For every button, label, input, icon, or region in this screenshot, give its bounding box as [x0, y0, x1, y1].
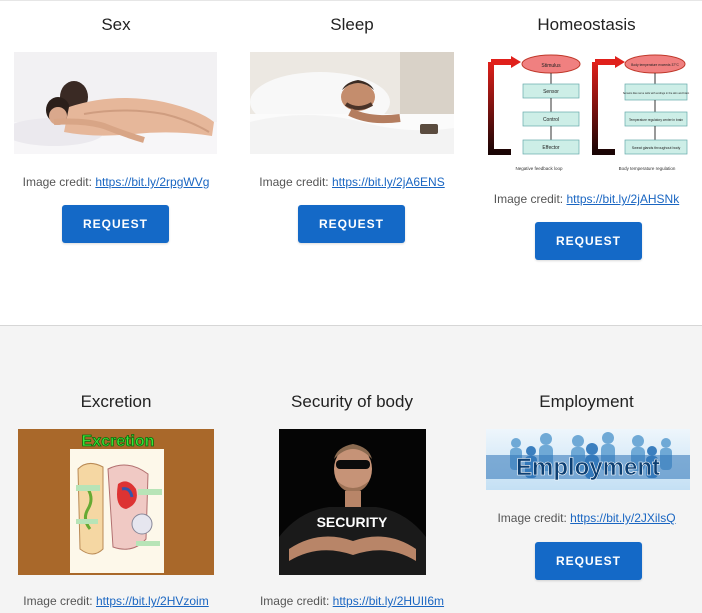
image-credit: Image credit: https://bit.ly/2jA6ENS	[234, 175, 470, 189]
card-image-sex	[14, 52, 217, 154]
top-card-row: Sex Image credit: https://bit.ly/2rpgWVg…	[0, 1, 702, 325]
credit-link[interactable]: https://bit.ly/2jAHSNk	[567, 192, 680, 206]
card-image-homeostasis: Stimulus Sensor Control Effector Negativ…	[487, 52, 690, 174]
image-credit: Image credit: https://bit.ly/2jAHSNk	[471, 192, 702, 206]
card-title: Employment	[539, 392, 634, 411]
card-title: Sleep	[330, 15, 374, 34]
diagram-box-text: Sensors like nerve cells with endings in…	[623, 91, 690, 95]
credit-prefix: Image credit:	[22, 175, 92, 189]
diagram-box-text: Effector	[542, 145, 559, 151]
diagram-box-text: Temperature regulatory center in brain	[629, 118, 683, 122]
image-credit: Image credit: https://bit.ly/2HVzoim	[0, 594, 232, 608]
card-title: Excretion	[80, 392, 152, 411]
image-credit: Image credit: https://bit.ly/2rpgWVg	[0, 175, 232, 189]
excretion-heading: Excretion	[82, 433, 155, 450]
diagram-box-text: Stimulus	[541, 63, 561, 69]
card-sex: Sex Image credit: https://bit.ly/2rpgWVg…	[0, 1, 232, 325]
card-image-sleep	[250, 52, 454, 154]
card-security: Security of body SECURITY Image credit: …	[234, 326, 470, 613]
credit-prefix: Image credit:	[259, 175, 329, 189]
credit-link[interactable]: https://bit.ly/2JXilsQ	[570, 511, 675, 525]
request-button[interactable]: REQUEST	[535, 222, 642, 260]
card-image-excretion: Excretion	[18, 429, 214, 575]
card-excretion: Excretion Excretion Image credit: https:…	[0, 326, 232, 613]
diagram-caption: Body temperature regulation	[619, 166, 676, 171]
diagram-box-text: Control	[543, 117, 559, 123]
credit-prefix: Image credit:	[259, 594, 330, 608]
credit-link[interactable]: https://bit.ly/2HUII6m	[333, 594, 444, 608]
shirt-text: SECURITY	[317, 514, 388, 530]
diagram-caption: Negative feedback loop	[515, 166, 563, 171]
credit-prefix: Image credit:	[493, 192, 564, 206]
card-image-employment: Employment	[486, 429, 690, 490]
card-title: Homeostasis	[537, 15, 636, 34]
card-homeostasis: Homeostasis Stimulus Sensor Control Effe…	[471, 1, 702, 325]
card-sleep: Sleep Image credit: https://bit.ly/2jA6E…	[234, 1, 470, 325]
card-title: Security of body	[291, 392, 413, 411]
request-button[interactable]: REQUEST	[298, 205, 405, 243]
diagram-box-text: Body temperature exceeds 37°C	[631, 63, 679, 67]
credit-prefix: Image credit:	[497, 511, 567, 525]
bottom-card-row: Excretion Excretion Image credit: https:…	[0, 325, 702, 613]
diagram-box-text: Sweat glands throughout body	[632, 146, 681, 150]
banner-text: Employment	[516, 454, 660, 481]
credit-link[interactable]: https://bit.ly/2jA6ENS	[332, 175, 445, 189]
card-image-security: SECURITY	[279, 429, 426, 575]
diagram-box-text: Sensor	[543, 89, 559, 95]
credit-link[interactable]: https://bit.ly/2rpgWVg	[95, 175, 209, 189]
credit-prefix: Image credit:	[23, 594, 93, 608]
card-employment: Employment Employment Image credit: http…	[471, 326, 702, 613]
card-title: Sex	[101, 15, 131, 34]
image-credit: Image credit: https://bit.ly/2JXilsQ	[471, 511, 702, 525]
image-credit: Image credit: https://bit.ly/2HUII6m	[234, 594, 470, 608]
credit-link[interactable]: https://bit.ly/2HVzoim	[96, 594, 209, 608]
request-button[interactable]: REQUEST	[62, 205, 169, 243]
request-button[interactable]: REQUEST	[535, 542, 642, 580]
